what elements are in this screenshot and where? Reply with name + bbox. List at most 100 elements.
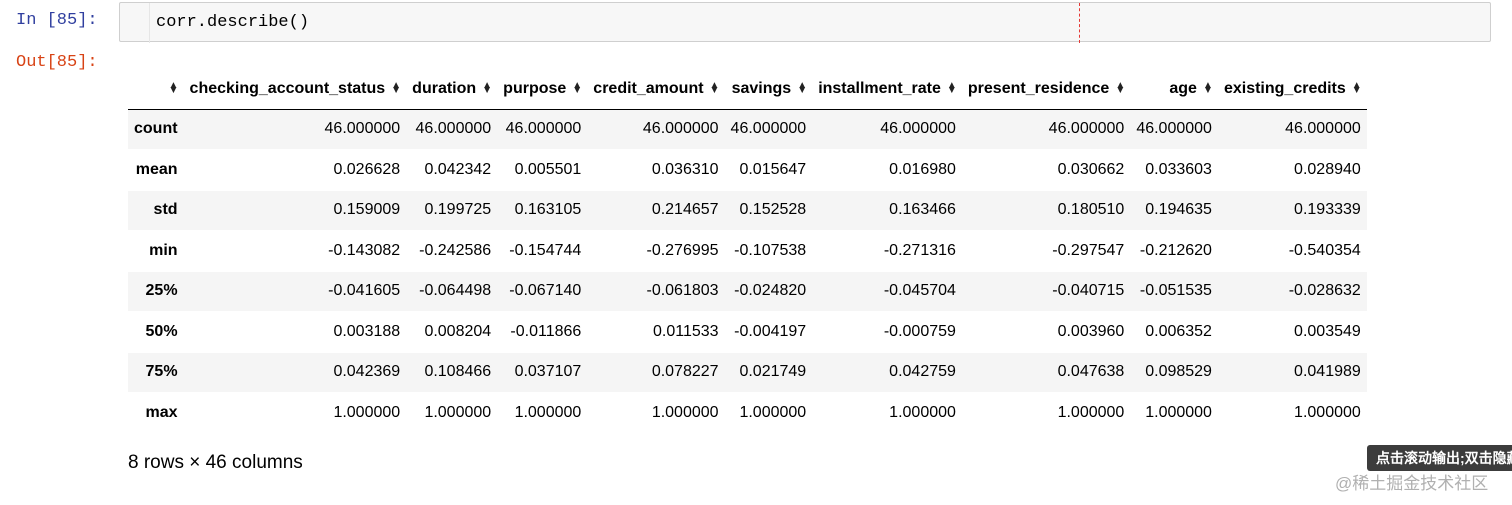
table-cell: -0.045704 (883, 282, 956, 300)
table-cell: 1.000000 (651, 403, 719, 421)
column-header[interactable]: existing_credits ▲ ▼ (1217, 69, 1367, 110)
table-cell: 0.163105 (514, 201, 582, 219)
table-cell: -0.011866 (510, 322, 582, 340)
sort-icon[interactable]: ▲ ▼ (797, 80, 807, 95)
table-row: count 46.000000 46.000000 46.000000 46.0… (128, 109, 1367, 150)
table-cell: -0.064498 (419, 282, 492, 300)
table-cell: -0.000759 (883, 322, 956, 340)
table-cell: 1.000000 (1294, 403, 1361, 421)
table-cell: 0.030662 (1057, 160, 1125, 178)
table-cell: -0.061803 (646, 282, 719, 300)
code-input-cell[interactable]: corr.describe() (119, 2, 1491, 43)
code-gutter (149, 3, 150, 43)
index-header[interactable]: ▲ ▼ (128, 69, 184, 110)
table-cell: 0.036310 (651, 160, 719, 178)
dataframe-shape-summary: 8 rows × 46 columns (128, 452, 303, 473)
row-label: count (134, 120, 178, 138)
column-header[interactable]: duration ▲ ▼ (406, 69, 498, 110)
table-cell: 1.000000 (514, 403, 582, 421)
sort-icon[interactable]: ▲ ▼ (391, 80, 401, 95)
table-cell: -0.067140 (509, 282, 582, 300)
table-cell: 0.108466 (424, 363, 492, 381)
input-prompt: In [85]: (16, 11, 98, 30)
table-cell: 0.163466 (889, 201, 956, 219)
dataframe-table[interactable]: ▲ ▼ checking_account_status ▲ ▼ duration ▲ ▼ … (128, 69, 1367, 434)
table-cell: 1.000000 (1145, 403, 1212, 421)
table-row: mean 0.026628 0.042342 0.005501 0.036310… (128, 150, 1367, 190)
sort-icon[interactable]: ▲ ▼ (1115, 80, 1125, 95)
table-cell: -0.212620 (1139, 241, 1212, 259)
row-label: 25% (145, 282, 178, 300)
column-header[interactable]: installment_rate ▲ ▼ (812, 69, 962, 110)
table-cell: 0.005501 (514, 160, 582, 178)
table-cell: 0.008204 (424, 322, 492, 340)
table-cell: 0.042759 (889, 363, 956, 381)
table-cell: 1.000000 (1057, 403, 1125, 421)
table-cell: -0.107538 (734, 241, 807, 259)
sort-icon[interactable]: ▲ ▼ (710, 80, 720, 95)
table-cell: -0.024820 (734, 282, 807, 300)
table-cell: 1.000000 (424, 403, 492, 421)
sort-icon[interactable]: ▲ ▼ (1352, 80, 1362, 95)
sort-icon[interactable]: ▲ ▼ (572, 80, 582, 95)
table-cell: 0.042369 (333, 363, 401, 381)
code-text: corr.describe() (156, 13, 310, 32)
column-header[interactable]: savings ▲ ▼ (724, 69, 813, 110)
table-cell: 0.199725 (424, 201, 492, 219)
row-label: 75% (145, 363, 178, 381)
output-scroll-tooltip: 点击滚动输出;双击隐藏 (1367, 445, 1512, 471)
table-cell: 0.033603 (1145, 160, 1212, 178)
column-header[interactable]: age ▲ ▼ (1130, 69, 1218, 110)
table-cell: 0.180510 (1057, 201, 1125, 219)
table-cell: 0.028940 (1294, 160, 1361, 178)
column-header[interactable]: present_residence ▲ ▼ (961, 69, 1131, 110)
table-cell: -0.041605 (328, 282, 401, 300)
row-label: min (149, 241, 178, 259)
column-header[interactable]: purpose ▲ ▼ (497, 69, 588, 110)
line-length-ruler (1079, 3, 1080, 43)
table-cell: 0.037107 (514, 363, 582, 381)
table-row: 25% -0.041605 -0.064498 -0.067140 -0.061… (128, 271, 1367, 312)
header-row: ▲ ▼ checking_account_status ▲ ▼ duration ▲ ▼ … (128, 69, 1367, 110)
table-cell: -0.040715 (1052, 282, 1125, 300)
table-cell: 0.041989 (1294, 363, 1361, 381)
table-cell: -0.540354 (1288, 241, 1361, 259)
table-cell: -0.276995 (646, 241, 719, 259)
table-cell: -0.297547 (1052, 241, 1125, 259)
table-cell: 0.003549 (1294, 322, 1361, 340)
table-cell: 46.000000 (642, 120, 719, 138)
table-cell: 46.000000 (1285, 120, 1361, 138)
table-cell: 0.003960 (1057, 322, 1125, 340)
table-cell: -0.051535 (1139, 282, 1212, 300)
table-cell: 0.042342 (424, 160, 492, 178)
table-cell: -0.143082 (328, 241, 401, 259)
table-cell: 0.078227 (651, 363, 719, 381)
table-cell: -0.242586 (419, 241, 492, 259)
table-cell: 46.000000 (324, 120, 401, 138)
table-cell: 0.214657 (651, 201, 719, 219)
table-row: 75% 0.042369 0.108466 0.037107 0.078227 … (128, 352, 1367, 393)
table-cell: 0.026628 (333, 160, 401, 178)
output-prompt: Out[85]: (16, 53, 98, 72)
sort-icon[interactable]: ▲ ▼ (947, 80, 957, 95)
table-cell: 46.000000 (730, 120, 807, 138)
watermark: @稀土掘金技术社区 (1335, 474, 1489, 493)
column-header[interactable]: credit_amount ▲ ▼ (587, 69, 725, 110)
table-cell: 46.000000 (1136, 120, 1212, 138)
table-cell: 1.000000 (333, 403, 401, 421)
table-cell: 0.193339 (1294, 201, 1361, 219)
column-header[interactable]: checking_account_status ▲ ▼ (183, 69, 407, 110)
table-cell: 0.098529 (1145, 363, 1212, 381)
table-cell: 0.015647 (739, 160, 807, 178)
table-cell: 0.047638 (1057, 363, 1125, 381)
sort-icon[interactable]: ▲ ▼ (1203, 80, 1213, 95)
table-cell: -0.271316 (883, 241, 956, 259)
row-label: mean (135, 160, 178, 178)
table-row: std 0.159009 0.199725 0.163105 0.214657 … (128, 190, 1367, 231)
sort-icon[interactable]: ▲ ▼ (169, 80, 179, 95)
sort-icon[interactable]: ▲ ▼ (482, 80, 492, 95)
table-cell: 1.000000 (739, 403, 807, 421)
table-cell: 0.021749 (739, 363, 807, 381)
table-cell: 46.000000 (505, 120, 582, 138)
table-cell: -0.154744 (509, 241, 582, 259)
